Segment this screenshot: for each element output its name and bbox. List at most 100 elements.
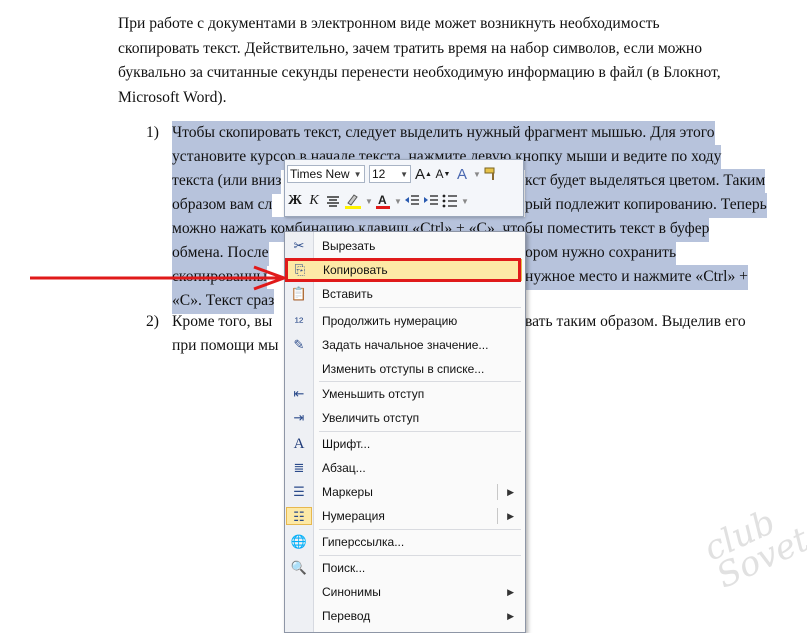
align-center-icon (327, 196, 339, 207)
svg-text:A: A (378, 193, 387, 207)
menu-item-label: Задать начальное значение... (322, 338, 489, 352)
intro-line: Microsoft Word). (118, 88, 227, 106)
menu-item-synonyms[interactable]: Синонимы ▶ (286, 581, 522, 603)
menu-item-numbering[interactable]: ☷ Нумерация ▶ (286, 505, 522, 527)
menu-item-label: Маркеры (322, 485, 373, 499)
list-item-1-line[interactable]: рый подлежит копированию. Теперь (525, 193, 767, 218)
font-name-combo[interactable]: Times New ▼ (287, 165, 365, 183)
menu-item-continue-numbering[interactable]: ¹² Продолжить нумерацию (286, 310, 522, 332)
chevron-down-icon[interactable]: ▼ (461, 191, 469, 211)
watermark: club Sovet (697, 502, 807, 597)
menu-item-set-value[interactable]: ✎ Задать начальное значение... (286, 334, 522, 356)
grow-font-button[interactable]: A ▲ (415, 164, 432, 184)
chevron-down-icon[interactable]: ▼ (473, 164, 481, 184)
bullets-button[interactable] (442, 191, 458, 211)
italic-button[interactable]: К (306, 191, 322, 211)
font-size-combo[interactable]: 12 ▼ (369, 165, 411, 183)
menu-item-label: Поиск... (322, 561, 366, 575)
menu-item-label: Шрифт... (322, 437, 371, 451)
italic-icon: К (309, 193, 319, 208)
list-item-1-line[interactable]: текста (или вниз (172, 169, 282, 194)
list-number-1: 1) (146, 124, 159, 141)
bold-button[interactable]: Ж (287, 191, 303, 211)
font-size-value: 12 (372, 167, 386, 181)
bold-icon: Ж (288, 193, 302, 208)
shrink-font-icon: A (435, 167, 444, 181)
menu-separator (319, 431, 521, 432)
menu-item-label: Абзац... (322, 461, 366, 475)
list-number-2: 2) (146, 313, 159, 330)
menu-item-paste[interactable]: 📋 Вставить (286, 283, 522, 305)
font-color-button[interactable]: A (375, 191, 391, 211)
decrease-indent-icon (405, 195, 419, 205)
submenu-arrow-icon[interactable]: ▶ (507, 587, 514, 598)
chevron-down-icon[interactable]: ▼ (400, 170, 408, 179)
align-center-button[interactable] (325, 191, 341, 211)
menu-item-search[interactable]: 🔍 Поиск... (286, 557, 522, 579)
highlight-button[interactable] (344, 191, 362, 211)
chevron-down-icon[interactable]: ▼ (354, 170, 362, 179)
menu-item-label: Перевод (322, 609, 371, 623)
menu-separator (319, 381, 521, 382)
menu-item-label: Вырезать (322, 239, 376, 253)
menu-separator (319, 307, 521, 308)
menu-separator (319, 529, 521, 530)
continue-numbering-icon: ¹² (294, 313, 304, 329)
decrease-indent-icon: ⇤ (293, 386, 305, 401)
submenu-arrow-icon[interactable]: ▶ (507, 511, 514, 522)
format-painter-icon (484, 167, 495, 180)
menu-item-label: Изменить отступы в списке... (322, 362, 485, 376)
font-name-value: Times New (290, 167, 350, 181)
list-item-1-line[interactable]: кст будет выделяться цветом. Таким (525, 169, 766, 194)
menu-item-label: Уменьшить отступ (322, 387, 425, 401)
list-item-1-line[interactable]: Чтобы скопировать текст, следует выделит… (172, 121, 715, 146)
shrink-font-button[interactable]: A ▼ (435, 164, 451, 184)
menu-item-cut[interactable]: ✂ Вырезать (286, 235, 522, 257)
menu-item-label: Продолжить нумерацию (322, 314, 458, 328)
submenu-arrow-icon[interactable]: ▶ (507, 611, 514, 622)
menu-item-paragraph[interactable]: ≣ Абзац... (286, 457, 522, 479)
list-item-1-line[interactable]: ором нужно сохранить (525, 241, 677, 266)
menu-item-translate[interactable]: Перевод ▶ (286, 605, 522, 627)
hyperlink-icon: 🌐 (290, 534, 308, 549)
menu-item-font[interactable]: A Шрифт... (286, 433, 522, 455)
bullets-icon (442, 194, 457, 208)
menu-item-label: Гиперссылка... (322, 535, 405, 549)
intro-line: При работе с документами в электронном в… (118, 15, 660, 32)
grow-font-icon: A (415, 165, 426, 183)
submenu-arrow-icon[interactable]: ▶ (507, 487, 514, 498)
menu-item-label: Увеличить отступ (322, 411, 420, 425)
menu-item-hyperlink[interactable]: 🌐 Гиперссылка... (286, 531, 522, 553)
menu-item-label: Нумерация (322, 509, 385, 523)
styles-button[interactable]: A (454, 164, 470, 184)
red-arrow-icon (30, 265, 289, 291)
menu-item-increase-indent[interactable]: ⇥ Увеличить отступ (286, 407, 522, 429)
font-icon: A (293, 435, 305, 452)
list-item-1-line[interactable]: обмена. После (172, 241, 269, 266)
decrease-indent-button[interactable] (404, 191, 420, 211)
copy-callout-box (285, 258, 521, 282)
bullets-icon: ☰ (293, 484, 305, 499)
styles-icon: A (456, 165, 467, 183)
chevron-down-icon[interactable]: ▼ (394, 191, 402, 211)
menu-item-decrease-indent[interactable]: ⇤ Уменьшить отступ (286, 383, 522, 405)
search-icon: 🔍 (290, 560, 308, 575)
format-painter-button[interactable] (483, 164, 499, 184)
menu-item-bullets[interactable]: ☰ Маркеры ▶ (286, 481, 522, 503)
list-item-2-line: вать таким образом. Выделив его (525, 313, 746, 330)
font-color-icon: A (376, 193, 390, 209)
intro-line: буквально за считанные секунды перенести… (118, 64, 721, 81)
increase-indent-icon (424, 195, 438, 205)
chevron-down-icon[interactable]: ▼ (365, 191, 373, 211)
list-item-1-line[interactable]: образом вам сл (172, 193, 273, 218)
paragraph-icon: ≣ (293, 460, 305, 475)
menu-item-list-indents[interactable]: Изменить отступы в списке... (286, 358, 522, 380)
mini-toolbar: Times New ▼ 12 ▼ A ▲ A ▼ A ▼ Ж К ▼ A ▼ ▼ (284, 159, 524, 217)
numbering-icon: ☷ (286, 507, 312, 525)
increase-indent-button[interactable] (423, 191, 439, 211)
scissors-icon: ✂ (293, 238, 305, 253)
list-item-1-line[interactable]: нужное место и нажмите «Ctrl» + (525, 265, 748, 290)
set-value-icon: ✎ (293, 337, 305, 352)
context-menu: ✂ Вырезать ⎘ Копировать 📋 Вставить ¹² Пр… (284, 231, 526, 633)
increase-indent-icon: ⇥ (293, 410, 305, 425)
